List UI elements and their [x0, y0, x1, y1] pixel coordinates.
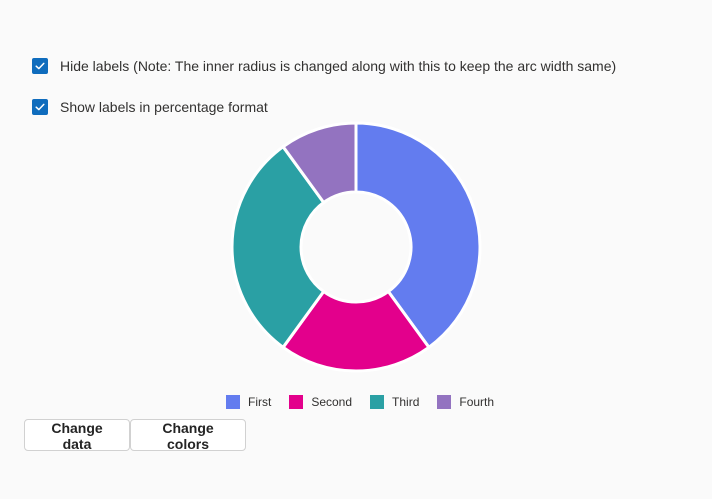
legend-label: First [248, 395, 272, 409]
legend-item-third[interactable]: Third [370, 395, 419, 409]
legend-swatch [437, 395, 452, 409]
legend-item-fourth[interactable]: Fourth [437, 395, 494, 409]
donut-slices [230, 121, 482, 373]
legend-item-second[interactable]: Second [289, 395, 352, 409]
legend-swatch [370, 395, 385, 409]
chart-legend: First Second Third Fourth [226, 395, 512, 409]
change-data-button[interactable]: Change data [24, 419, 130, 452]
legend-label: Second [311, 395, 353, 409]
change-colors-button[interactable]: Change colors [130, 419, 246, 452]
legend-label: Fourth [459, 395, 495, 409]
legend-swatch [226, 395, 240, 409]
legend-label: Third [392, 395, 420, 409]
legend-swatch [289, 395, 304, 409]
legend-item-first[interactable]: First [226, 395, 271, 409]
